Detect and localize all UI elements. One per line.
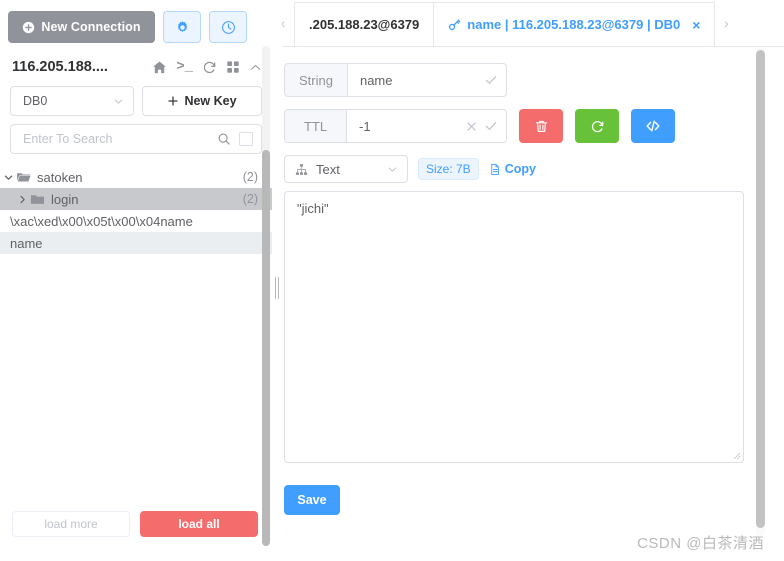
new-key-button[interactable]: New Key (142, 86, 262, 116)
refresh-value-button[interactable] (575, 109, 619, 143)
key-icon (448, 18, 461, 31)
clock-icon (221, 20, 236, 35)
save-button[interactable]: Save (284, 485, 340, 515)
panel-splitter[interactable] (272, 0, 282, 561)
load-more-button[interactable]: load more (12, 511, 130, 537)
key-name-field[interactable]: name (348, 64, 506, 96)
new-connection-button[interactable]: New Connection (8, 11, 155, 43)
home-icon[interactable] (152, 60, 167, 75)
new-key-label: New Key (184, 94, 237, 108)
chevron-down-icon[interactable] (0, 172, 16, 183)
format-view-button[interactable] (631, 109, 675, 143)
tab-key-label: name | 116.205.188.23@6379 | DB0 (467, 17, 681, 32)
tree-folder-satoken[interactable]: satoken (2) (0, 166, 272, 188)
database-select[interactable]: DB0 (10, 86, 134, 116)
key-name-input-group: String name (284, 63, 507, 97)
tree-key-item[interactable]: \xac\xed\x00\x05t\x00\x04name (0, 210, 272, 232)
terminal-icon[interactable]: >_ (176, 60, 193, 74)
sidebar-scrollbar-thumb[interactable] (262, 150, 270, 546)
copy-icon (489, 163, 502, 176)
ttl-input-group: TTL -1 (284, 109, 507, 143)
connection-name: 116.205.188.... (12, 59, 108, 75)
tree-folder-label: satoken (37, 169, 83, 185)
chevron-right-icon[interactable] (14, 194, 30, 205)
tabs-scroll-right-button[interactable]: › (715, 0, 737, 46)
close-icon[interactable]: × (692, 18, 700, 32)
refresh-icon[interactable] (202, 60, 217, 75)
chevron-up-icon[interactable] (249, 61, 262, 74)
tree-folder-label: login (51, 191, 79, 207)
main-panel: ‹ .205.188.23@6379 name | 116.205.188.23… (272, 0, 784, 561)
tab-connection-label: .205.188.23@6379 (309, 17, 420, 32)
chevron-down-icon (386, 163, 399, 176)
history-button[interactable] (209, 11, 247, 43)
tab-key-name[interactable]: name | 116.205.188.23@6379 | DB0 × (433, 2, 716, 46)
close-icon[interactable] (465, 120, 478, 133)
tab-connection[interactable]: .205.188.23@6379 (294, 2, 435, 46)
plus-circle-icon (22, 21, 35, 34)
grid-icon[interactable] (226, 60, 240, 74)
key-tree: satoken (2) login (2) \xac\xed\x00\x05t\… (0, 166, 272, 254)
load-buttons-row: load more load all (0, 511, 262, 537)
check-icon[interactable] (484, 119, 498, 133)
sitemap-icon (295, 163, 308, 176)
db-controls-row: DB0 New Key (0, 82, 272, 116)
new-connection-label: New Connection (41, 20, 141, 34)
search-exact-checkbox[interactable] (239, 132, 253, 146)
tab-bar: ‹ .205.188.23@6379 name | 116.205.188.23… (272, 0, 784, 47)
value-textarea[interactable] (284, 191, 744, 463)
view-format-select[interactable]: Text (284, 155, 408, 183)
ttl-value: -1 (359, 118, 371, 134)
watermark: CSDN @白茶清酒 (637, 535, 764, 552)
check-icon[interactable] (484, 73, 498, 87)
key-name-row: String name (284, 63, 760, 97)
ttl-row: TTL -1 (284, 109, 760, 143)
redis-client-window: New Connection 116.205.188.... >_ DB0 Ne… (0, 0, 784, 561)
delete-key-button[interactable] (519, 109, 563, 143)
copy-label: Copy (504, 162, 536, 176)
connection-tool-icons: >_ (152, 60, 262, 75)
search-input[interactable] (21, 131, 217, 147)
ttl-field[interactable]: -1 (347, 110, 506, 142)
tree-folder-login[interactable]: login (2) (0, 188, 272, 210)
folder-open-icon (16, 170, 31, 185)
search-box (10, 124, 262, 154)
connection-header: 116.205.188.... >_ (0, 46, 272, 82)
trash-icon (534, 119, 549, 134)
value-toolbar: Text Size: 7B Copy (284, 155, 760, 183)
main-scrollbar-thumb[interactable] (756, 50, 765, 528)
ttl-label: TTL (285, 110, 347, 142)
sidebar-topbar: New Connection (0, 0, 272, 46)
gear-icon (175, 20, 190, 35)
load-all-button[interactable]: load all (140, 511, 258, 537)
sidebar: New Connection 116.205.188.... >_ DB0 Ne… (0, 0, 272, 561)
key-editor: String name TTL -1 Text Size: 7B Copy "j… (272, 47, 784, 515)
splitter-grip-icon (275, 277, 279, 299)
value-size-badge: Size: 7B (418, 158, 479, 180)
copy-button[interactable]: Copy (489, 162, 536, 176)
key-type-label: String (285, 64, 348, 96)
plus-icon (167, 95, 179, 107)
tree-folder-count: (2) (242, 170, 258, 184)
settings-button[interactable] (163, 11, 201, 43)
refresh-icon (590, 119, 605, 134)
view-format-value: Text (316, 161, 340, 177)
tree-folder-count: (2) (242, 192, 258, 206)
chevron-down-icon (112, 95, 125, 108)
code-icon (645, 118, 661, 134)
value-textarea-wrapper (284, 191, 744, 463)
database-select-value: DB0 (23, 94, 48, 108)
tree-key-item-name[interactable]: name (0, 232, 272, 254)
key-name-value: name (359, 72, 393, 88)
search-icon[interactable] (217, 132, 231, 146)
folder-closed-icon (30, 192, 45, 207)
